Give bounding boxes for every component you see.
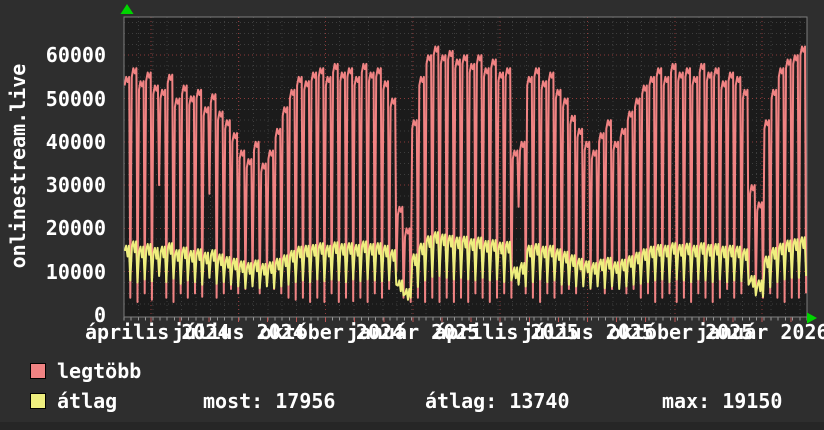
legend-label-atlag: átlag (57, 389, 118, 413)
legend-swatch-atlag (30, 393, 46, 409)
legend-swatch-legtobb (30, 363, 46, 379)
x-tick-label: január 2026 (696, 320, 824, 344)
y-tick-label: 30000 (45, 173, 106, 198)
stat-most: most: 17956 (203, 389, 336, 413)
y-tick-label: 50000 (45, 86, 106, 111)
stat-atlag: átlag: 13740 (425, 389, 570, 413)
legend-label-legtobb: legtöbb (57, 359, 142, 383)
y-tick-label: 40000 (45, 129, 106, 154)
graph-window: onlinestream.live 0 10000 20000 30000 40000 5… (0, 0, 824, 430)
window-bottom-edge (0, 422, 824, 430)
stat-max: max: 19150 (662, 389, 783, 413)
y-tick-label: 20000 (45, 216, 106, 241)
up-arrow-icon (120, 4, 134, 14)
y-tick-label: 60000 (45, 43, 106, 68)
y-tick-label: 10000 (45, 259, 106, 284)
